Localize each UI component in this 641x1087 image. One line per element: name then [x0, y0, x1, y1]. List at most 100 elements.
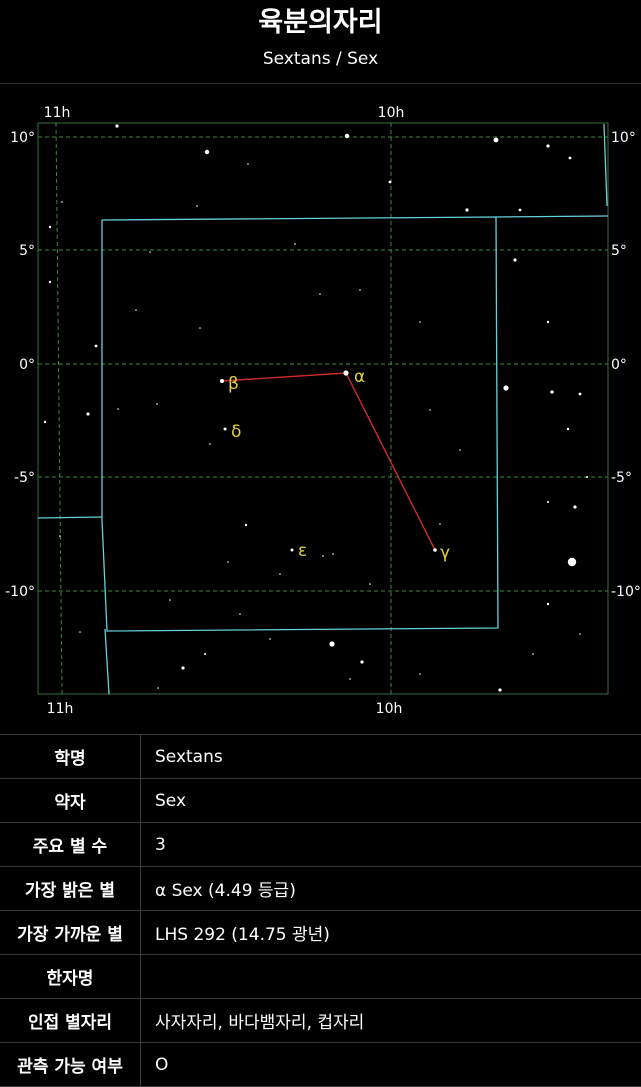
grid-lines: [38, 123, 608, 694]
background-star: [239, 613, 241, 615]
star-delta: [224, 428, 227, 431]
background-star: [49, 226, 51, 228]
background-star: [579, 633, 581, 635]
star-gamma: [433, 548, 437, 552]
background-star: [419, 321, 421, 323]
background-star: [494, 138, 499, 143]
dec-label-right-10: 10°: [611, 130, 636, 146]
table-row: 주요 별 수 3: [0, 823, 641, 867]
ra-label-bottom-11h: 11h: [47, 701, 74, 717]
ra-label-bottom-10h: 10h: [376, 701, 403, 717]
star-epsilon: [291, 549, 294, 552]
dec-label-right-0: 0°: [611, 357, 627, 373]
background-star: [59, 535, 61, 537]
row-value-observable: O: [141, 1043, 641, 1087]
background-star: [199, 327, 201, 329]
dec-label-left-minus10: -10°: [5, 584, 35, 600]
star-label-gamma: γ: [440, 543, 450, 563]
star-map: 11h 10h 11h 10h 10° 5° 0° -5° -10° 10° 5…: [0, 84, 641, 734]
background-star: [279, 573, 281, 575]
boundary-edge: [105, 629, 109, 694]
background-star: [550, 390, 553, 393]
background-star: [586, 476, 588, 478]
row-value-chinese-name: [141, 955, 641, 999]
background-star: [459, 449, 461, 451]
background-star: [79, 631, 81, 633]
row-key-main-star-count: 주요 별 수: [0, 823, 141, 867]
row-key-brightest-star: 가장 밝은 별: [0, 867, 141, 911]
row-key-observable: 관측 가능 여부: [0, 1043, 141, 1087]
background-star: [547, 603, 549, 605]
background-star: [546, 144, 549, 147]
background-star: [547, 501, 549, 503]
star-beta: [220, 379, 224, 383]
dec-label-right-5: 5°: [611, 243, 627, 259]
dec-label-left-0: 0°: [19, 357, 35, 373]
background-star: [169, 599, 171, 601]
row-value-abbreviation: Sex: [141, 779, 641, 823]
table-row: 인접 별자리 사자자리, 바다뱀자리, 컵자리: [0, 999, 641, 1043]
star-label-beta: β: [228, 374, 239, 394]
row-value-nearest-star: LHS 292 (14.75 광년): [141, 911, 641, 955]
background-star: [245, 524, 247, 526]
background-star: [532, 653, 534, 655]
background-star: [196, 205, 198, 207]
background-star: [294, 243, 296, 245]
background-star: [547, 321, 549, 323]
ra-label-top-10h: 10h: [378, 105, 405, 121]
row-key-neighbors: 인접 별자리: [0, 999, 141, 1043]
background-star: [322, 555, 324, 557]
row-value-scientific-name: Sextans: [141, 735, 641, 779]
star-alpha: [343, 370, 348, 375]
star-map-svg: 11h 10h 11h 10h 10° 5° 0° -5° -10° 10° 5…: [0, 84, 641, 734]
background-star: [349, 678, 351, 680]
table-row: 한자명: [0, 955, 641, 999]
background-star: [115, 124, 118, 127]
star-label-epsilon: ε: [298, 541, 307, 561]
row-key-chinese-name: 한자명: [0, 955, 141, 999]
background-star: [135, 309, 137, 311]
background-star: [360, 660, 363, 663]
background-star: [157, 687, 159, 689]
background-star: [389, 181, 392, 184]
main-stars: [220, 370, 437, 551]
background-star: [49, 281, 51, 283]
background-star: [567, 428, 569, 430]
background-star: [117, 408, 119, 410]
row-key-nearest-star: 가장 가까운 별: [0, 911, 141, 955]
row-value-neighbors: 사자자리, 바다뱀자리, 컵자리: [141, 999, 641, 1043]
background-star: [498, 688, 501, 691]
table-row: 가장 밝은 별 α Sex (4.49 등급): [0, 867, 641, 911]
background-star: [439, 523, 441, 525]
background-star: [319, 293, 321, 295]
background-star: [181, 666, 184, 669]
background-star: [503, 385, 508, 390]
table-row: 가장 가까운 별 LHS 292 (14.75 광년): [0, 911, 641, 955]
table-row: 학명 Sextans: [0, 735, 641, 779]
info-table: 학명 Sextans 약자 Sex 주요 별 수 3 가장 밝은 별 α Sex…: [0, 734, 641, 1087]
background-star: [156, 403, 158, 405]
star-label-alpha: α: [354, 367, 365, 387]
background-star: [419, 673, 421, 675]
background-star: [579, 393, 582, 396]
background-star: [149, 251, 151, 253]
background-star: [429, 409, 431, 411]
background-stars: [44, 124, 588, 691]
background-star: [329, 641, 334, 646]
constellation-boundary: [38, 124, 608, 694]
row-key-scientific-name: 학명: [0, 735, 141, 779]
constellation-subtitle: Sextans / Sex: [0, 46, 641, 72]
dec-label-left-10: 10°: [10, 130, 35, 146]
star-label-delta: δ: [231, 422, 241, 442]
boundary-edge: [38, 517, 102, 518]
background-star: [568, 558, 576, 566]
background-star: [359, 289, 361, 291]
ra-label-top-11h: 11h: [44, 105, 71, 121]
background-star: [86, 412, 89, 415]
boundary-edge: [496, 216, 608, 217]
background-star: [61, 201, 63, 203]
dec-label-right-minus10: -10°: [611, 584, 641, 600]
background-star: [204, 653, 206, 655]
header: 육분의자리 Sextans / Sex: [0, 0, 641, 84]
boundary-main: [102, 217, 498, 631]
